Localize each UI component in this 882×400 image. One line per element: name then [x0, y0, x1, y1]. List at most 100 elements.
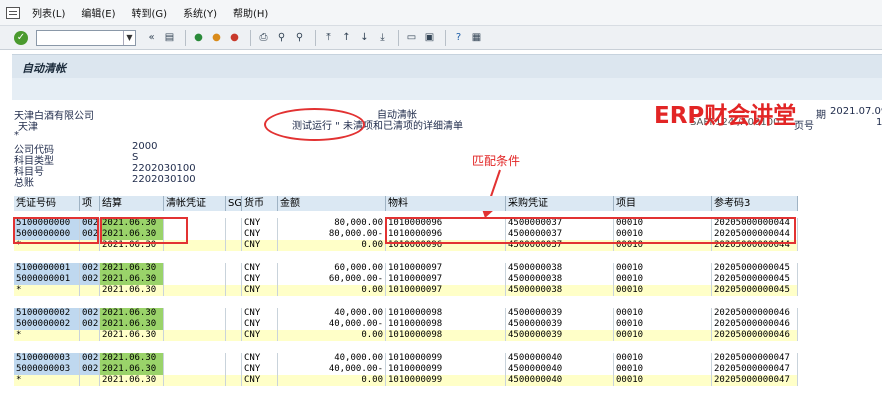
col-purchase-order-cell: 4500000040	[506, 364, 614, 375]
col-sg-cell	[226, 364, 242, 375]
value-gl-account: 2202030100	[132, 174, 196, 185]
find-next-icon[interactable]: ⚲	[292, 30, 307, 45]
shortcut-icon[interactable]: ▣	[422, 30, 437, 45]
col-currency-cell: CNY	[242, 375, 278, 386]
col-po-item-cell: 00010	[614, 364, 712, 375]
col-po-item-cell: 00010	[614, 375, 712, 386]
col-po-item-cell: 00010	[614, 285, 712, 296]
col-material-cell: 1010000099	[386, 353, 506, 364]
table-row: 5100000001 002 2021.06.30 CNY 60,000.00 10100…	[14, 263, 798, 274]
col-amount-cell: 80,000.00-	[278, 229, 386, 240]
command-field[interactable]: ▼	[36, 29, 136, 46]
col-purchase-order-cell: 4500000038	[506, 285, 614, 296]
find-icon[interactable]: ⚲	[274, 30, 289, 45]
col-item-cell: 002	[80, 319, 100, 330]
toolbar-separator	[250, 29, 251, 46]
col-item-cell: 002	[80, 364, 100, 375]
col-document-number-header[interactable]: 凭证号码	[14, 196, 80, 211]
col-amount-cell: 0.00	[278, 375, 386, 386]
table-row: 5000000003 002 2021.06.30 CNY 40,000.00- 1010…	[14, 364, 798, 375]
col-purchase-order-cell: 4500000039	[506, 308, 614, 319]
col-reference-3-cell: 20205000000047	[712, 364, 798, 375]
col-material-cell: 1010000098	[386, 308, 506, 319]
col-sg-cell	[226, 319, 242, 330]
col-material-cell: 1010000099	[386, 375, 506, 386]
col-clearing-date-cell: 2021.06.30	[100, 274, 164, 285]
col-po-item-cell: 00010	[614, 263, 712, 274]
col-purchase-order-header[interactable]: 采购凭证	[506, 196, 614, 211]
table-row: 5100000002 002 2021.06.30 CNY 40,000.00 10100…	[14, 308, 798, 319]
col-sg-cell	[226, 330, 242, 341]
back-arrows-icon[interactable]: «	[144, 30, 159, 45]
col-document-number-cell: 5000000002	[14, 319, 80, 330]
col-amount-cell: 60,000.00-	[278, 274, 386, 285]
highlight-box-clearing-date	[100, 217, 188, 244]
col-clearing-date-cell: 2021.06.30	[100, 285, 164, 296]
col-item-cell	[80, 375, 100, 386]
print-icon[interactable]: ⎙	[256, 30, 271, 45]
col-reference-3-cell: 20205000000046	[712, 319, 798, 330]
layout-icon[interactable]: ▦	[469, 30, 484, 45]
col-sg-cell	[226, 263, 242, 274]
chevron-down-icon[interactable]: ▼	[123, 30, 135, 45]
watermark-text: ERP财会讲堂	[654, 103, 797, 129]
col-clearing-date-cell: 2021.06.30	[100, 319, 164, 330]
menu-system[interactable]: 系统(Y)	[183, 5, 217, 20]
next-page-icon[interactable]: ↓	[357, 30, 372, 45]
help-icon[interactable]: ?	[451, 30, 466, 45]
toolbar-separator	[185, 29, 186, 46]
page-title-bar: 自动清帐	[12, 54, 882, 78]
col-amount-cell: 0.00	[278, 285, 386, 296]
col-reference-3-cell: 20205000000046	[712, 308, 798, 319]
col-currency-cell: CNY	[242, 285, 278, 296]
col-document-number-cell: *	[14, 375, 80, 386]
col-material-header[interactable]: 物料	[386, 196, 506, 211]
col-currency-header[interactable]: 货币	[242, 196, 278, 211]
header-star: *	[14, 130, 19, 141]
cancel-icon[interactable]: ●	[227, 30, 242, 45]
city-name: 天津	[18, 122, 38, 133]
col-clearing-date-header[interactable]: 结算	[100, 196, 164, 211]
col-sg-header[interactable]: SG	[226, 196, 242, 211]
first-page-icon[interactable]: ⤒	[321, 30, 336, 45]
col-po-item-header[interactable]: 项目	[614, 196, 712, 211]
col-currency-cell: CNY	[242, 263, 278, 274]
back-icon[interactable]: ●	[191, 30, 206, 45]
col-clearing-date-cell: 2021.06.30	[100, 353, 164, 364]
new-session-icon[interactable]: ▭	[404, 30, 419, 45]
col-amount-cell: 40,000.00-	[278, 319, 386, 330]
toolbar-separator	[315, 29, 316, 46]
col-clearing-date-cell: 2021.06.30	[100, 364, 164, 375]
col-material-cell: 1010000099	[386, 364, 506, 375]
match-condition-label: 匹配条件	[472, 154, 521, 168]
col-item-cell	[80, 330, 100, 341]
col-po-item-cell: 00010	[614, 330, 712, 341]
check-icon[interactable]: ✓	[14, 30, 28, 45]
col-reference-3-header[interactable]: 参考码3	[712, 196, 798, 211]
col-clearing-document-header[interactable]: 清帐凭证	[164, 196, 226, 211]
menu-help[interactable]: 帮助(H)	[233, 5, 268, 20]
menu-goto[interactable]: 转到(G)	[132, 5, 168, 20]
col-amount-header[interactable]: 金额	[278, 196, 386, 211]
date-label: 期	[816, 110, 826, 121]
col-item-header[interactable]: 项	[80, 196, 100, 211]
highlight-box-matching-fields	[385, 217, 796, 244]
col-material-cell: 1010000097	[386, 285, 506, 296]
menu-list[interactable]: 列表(L)	[32, 5, 65, 20]
menu-list-icon[interactable]	[6, 6, 20, 19]
prev-page-icon[interactable]: ↑	[339, 30, 354, 45]
table-row: 5000000001 002 2021.06.30 CNY 60,000.00- 1010…	[14, 274, 798, 285]
annotation-ellipse	[264, 108, 365, 141]
col-amount-cell: 80,000.00	[278, 218, 386, 229]
col-currency-cell: CNY	[242, 364, 278, 375]
last-page-icon[interactable]: ⤓	[375, 30, 390, 45]
value-account-type: S	[132, 152, 139, 163]
col-sg-cell	[226, 240, 242, 251]
col-currency-cell: CNY	[242, 229, 278, 240]
col-purchase-order-cell: 4500000040	[506, 353, 614, 364]
exit-icon[interactable]: ●	[209, 30, 224, 45]
save-icon[interactable]: ▤	[162, 30, 177, 45]
col-po-item-cell: 00010	[614, 353, 712, 364]
col-clearing-document-cell	[164, 285, 226, 296]
menu-edit[interactable]: 编辑(E)	[81, 5, 115, 20]
